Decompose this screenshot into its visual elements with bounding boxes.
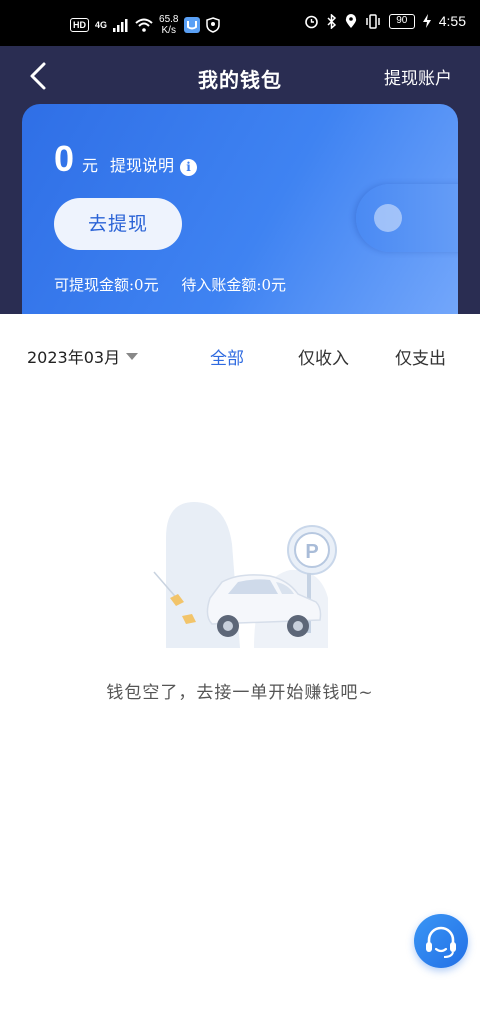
tab-expense-only[interactable]: 仅支出 <box>395 344 446 369</box>
tab-all[interactable]: 全部 <box>210 344 244 369</box>
customer-service-button[interactable] <box>414 914 468 968</box>
wallet-clasp <box>374 204 402 232</box>
status-bar: HD 4G 65.8 K/s 90 4:55 <box>0 0 480 46</box>
balance-card: 0 元 提现说明 i 去提现 可提现金额:0元 待入账金额:0元 <box>22 104 458 314</box>
empty-state-message: 钱包空了，去接一单开始赚钱吧~ <box>106 683 374 703</box>
tab-income-only[interactable]: 仅收入 <box>298 344 349 369</box>
network-type: 4G <box>95 20 108 30</box>
vibrate-icon <box>366 13 380 29</box>
pending-amount: 待入账金额:0元 <box>181 276 286 294</box>
wallet-header: 我的钱包 提现账户 0 元 提现说明 i 去提现 可提现金额:0元 待入账金额:… <box>0 46 480 314</box>
shield-user-icon <box>206 17 221 33</box>
amount-summary: 可提现金额:0元 待入账金额:0元 <box>54 274 304 295</box>
signal-icon <box>113 18 128 32</box>
withdrawable-amount: 可提现金额:0元 <box>54 276 159 294</box>
wifi-icon <box>135 18 153 32</box>
filter-bar: 2023年03月 全部 仅收入 仅支出 <box>0 314 480 398</box>
balance-unit: 元 <box>82 156 99 175</box>
info-icon[interactable]: i <box>180 159 198 176</box>
charging-icon <box>422 14 431 28</box>
wallet-decoration <box>356 184 458 252</box>
bluetooth-icon <box>327 13 336 29</box>
withdraw-account-link[interactable]: 提现账户 <box>384 64 452 89</box>
balance-amount: 0 <box>54 138 75 179</box>
withdraw-button[interactable]: 去提现 <box>54 198 182 250</box>
balance-row: 0 元 提现说明 i <box>54 138 198 180</box>
caret-down-icon <box>126 352 139 360</box>
withdraw-help-link[interactable]: 提现说明 <box>110 152 174 176</box>
location-icon <box>345 13 356 28</box>
alarm-icon <box>304 15 318 28</box>
headset-icon <box>426 926 456 958</box>
month-picker[interactable]: 2023年03月 <box>27 344 139 368</box>
month-label: 2023年03月 <box>27 348 121 367</box>
network-speed: 65.8 K/s <box>159 14 179 36</box>
parking-sign-label: P <box>305 541 318 563</box>
clock: 4:55 <box>438 13 466 29</box>
battery-indicator: 90 <box>388 13 415 29</box>
app-notification-icon <box>184 17 201 33</box>
hd-badge: HD <box>70 18 89 32</box>
empty-wallet-illustration: P <box>153 502 337 648</box>
